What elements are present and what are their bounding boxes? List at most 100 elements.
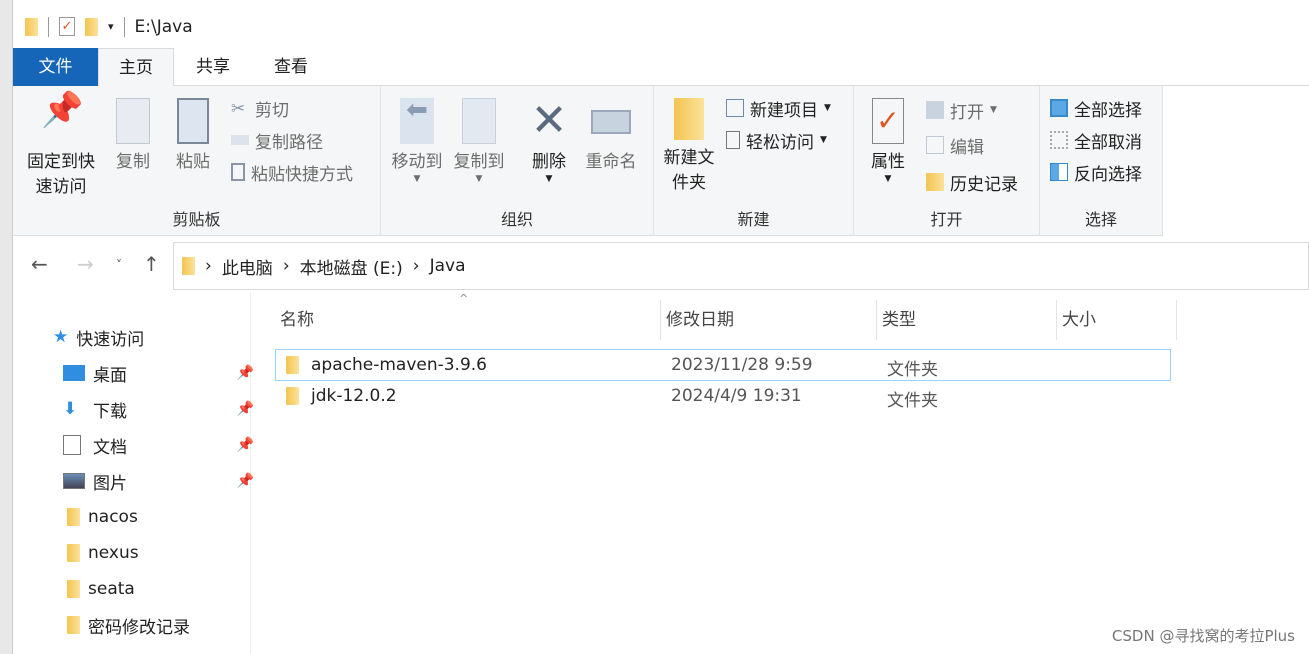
folder-icon — [67, 508, 80, 526]
properties-quick-icon[interactable]: ✓ — [59, 17, 75, 36]
download-icon: ⬇ — [63, 399, 78, 419]
invert-selection-button[interactable]: 反向选择 — [1050, 158, 1142, 186]
sidebar-item-folder[interactable]: nexus — [67, 536, 262, 570]
copy-path-button[interactable]: 复制路径 — [231, 126, 323, 154]
group-label: 组织 — [500, 210, 533, 229]
properties-button[interactable]: ✓ 属性 ▼ — [866, 98, 910, 184]
sidebar-item-folder[interactable]: nacos — [67, 500, 262, 534]
column-header-size[interactable]: 大小 — [1057, 300, 1177, 340]
folder-icon — [67, 544, 80, 562]
delete-button[interactable]: ✕ 删除 ▼ — [527, 95, 571, 184]
pin-quick-access-button[interactable]: 📌 固定到快速访问 — [23, 90, 99, 200]
column-header-name[interactable]: 名称 — [275, 300, 661, 340]
divider — [48, 16, 49, 37]
file-type: 文件夹 — [887, 391, 938, 411]
folder-icon — [67, 580, 80, 598]
clipboard-group: 📌 固定到快速访问 复制 粘贴 ✂ 剪切 复制路径 粘贴快捷方式 剪贴板 — [13, 86, 381, 236]
paste-shortcut-icon — [231, 163, 245, 181]
star-icon: ★ — [53, 327, 69, 347]
group-label: 新建 — [737, 210, 770, 229]
properties-check-icon: ✓ — [872, 98, 904, 144]
recent-chevron-icon[interactable]: ˅ — [116, 258, 122, 272]
address-bar[interactable]: › 此电脑 › 本地磁盘 (E:) › Java — [173, 242, 1309, 290]
copy-to-icon — [462, 98, 496, 144]
tab-view[interactable]: 查看 — [253, 48, 329, 86]
organize-group: ⬅ 移动到 ▼ 复制到 ▼ ✕ 删除 ▼ 重命名 组织 — [381, 86, 654, 236]
back-arrow-icon[interactable]: ← — [31, 252, 48, 276]
open-icon — [926, 101, 944, 119]
sidebar-item-downloads[interactable]: ⬇ 下载 📌 — [63, 392, 258, 426]
file-type: 文件夹 — [887, 360, 938, 380]
dropdown-arrow-icon: ▼ — [820, 135, 827, 145]
new-item-button[interactable]: 新建项目 ▼ — [726, 94, 831, 122]
group-label: 剪贴板 — [172, 210, 221, 229]
navigation-bar: ← → ˅ ↑ › 此电脑 › 本地磁盘 (E:) › Java — [13, 240, 1309, 292]
file-name: jdk-12.0.2 — [311, 386, 397, 406]
select-all-button[interactable]: 全部选择 — [1050, 94, 1142, 122]
copy-button[interactable]: 复制 — [111, 98, 155, 175]
scissors-icon: ✂ — [231, 99, 246, 119]
move-to-button[interactable]: ⬅ 移动到 ▼ — [387, 97, 447, 184]
breadcrumb-item[interactable]: Java — [430, 256, 466, 276]
breadcrumb-item[interactable]: 本地磁盘 (E:) — [300, 254, 403, 279]
copy-path-icon — [231, 135, 249, 145]
tab-share[interactable]: 共享 — [175, 48, 251, 86]
picture-icon — [63, 473, 85, 489]
divider — [123, 16, 125, 37]
folder-icon — [182, 257, 195, 275]
sidebar-item-pictures[interactable]: 图片 📌 — [63, 464, 258, 498]
sidebar-item-quick-access[interactable]: ★ 快速访问 — [53, 320, 248, 354]
file-modified: 2024/4/9 19:31 — [671, 386, 802, 406]
folder-icon — [25, 17, 38, 36]
column-header-modified[interactable]: 修改日期 — [661, 300, 877, 340]
edit-button[interactable]: 编辑 — [926, 131, 984, 159]
folder-icon — [286, 387, 299, 405]
dropdown-arrow-icon: ▼ — [990, 105, 997, 115]
select-none-icon — [1050, 131, 1068, 149]
easy-access-button[interactable]: 轻松访问 ▼ — [726, 126, 827, 154]
folder-icon — [67, 616, 80, 634]
breadcrumb-item[interactable]: 此电脑 — [222, 254, 273, 279]
chevron-right-icon[interactable]: › — [205, 256, 212, 276]
easy-access-icon — [726, 131, 740, 149]
column-header-type[interactable]: 类型 — [877, 300, 1057, 340]
sidebar-item-documents[interactable]: 文档 📌 — [63, 428, 258, 462]
folder-icon — [674, 98, 704, 140]
file-row[interactable]: apache-maven-3.9.6 2023/11/28 9:59 文件夹 — [275, 349, 1171, 381]
new-folder-quick-icon[interactable] — [85, 17, 98, 36]
desktop-icon — [63, 365, 85, 381]
ribbon-tabs: 文件 主页 共享 查看 — [13, 48, 1309, 87]
ribbon: 📌 固定到快速访问 复制 粘贴 ✂ 剪切 复制路径 粘贴快捷方式 剪贴板 ⬅ 移动到 ▼… — [13, 86, 1163, 236]
new-item-icon — [726, 99, 744, 117]
chevron-right-icon[interactable]: › — [283, 256, 290, 276]
file-name: apache-maven-3.9.6 — [311, 355, 488, 375]
dropdown-arrow-icon: ▼ — [824, 103, 831, 113]
forward-arrow-icon[interactable]: → — [77, 252, 94, 276]
delete-x-icon: ✕ — [530, 95, 568, 146]
sidebar-item-folder[interactable]: seata — [67, 572, 262, 606]
cut-button[interactable]: ✂ 剪切 — [231, 94, 289, 122]
select-none-button[interactable]: 全部取消 — [1050, 126, 1142, 154]
new-folder-button[interactable]: 新建文件夹 — [660, 98, 718, 196]
rename-icon — [591, 110, 631, 134]
open-button[interactable]: 打开 ▼ — [926, 96, 997, 124]
pin-icon: 📌 — [41, 90, 84, 130]
copy-to-button[interactable]: 复制到 ▼ — [449, 98, 509, 184]
paste-button[interactable]: 粘贴 — [171, 98, 215, 175]
tab-home[interactable]: 主页 — [98, 48, 174, 87]
window-title: E:\Java — [134, 16, 193, 37]
sidebar-item-desktop[interactable]: 桌面 📌 — [63, 356, 258, 390]
move-to-icon: ⬅ — [400, 97, 434, 144]
customize-toolbar-icon[interactable]: ▾ — [108, 20, 114, 33]
rename-button[interactable]: 重命名 — [581, 98, 641, 175]
background-window — [0, 0, 13, 654]
chevron-right-icon[interactable]: › — [413, 256, 420, 276]
history-button[interactable]: 历史记录 — [926, 168, 1018, 196]
sidebar-item-folder[interactable]: 密码修改记录 — [67, 608, 262, 642]
file-row[interactable]: jdk-12.0.2 2024/4/9 19:31 文件夹 — [275, 381, 1171, 413]
group-label: 打开 — [930, 210, 963, 229]
tab-file[interactable]: 文件 — [13, 48, 98, 86]
up-arrow-icon[interactable]: ↑ — [143, 252, 160, 276]
paste-shortcut-button[interactable]: 粘贴快捷方式 — [231, 158, 353, 186]
file-list: ^ 名称 修改日期 类型 大小 apache-maven-3.9.6 2023/… — [251, 292, 1309, 654]
